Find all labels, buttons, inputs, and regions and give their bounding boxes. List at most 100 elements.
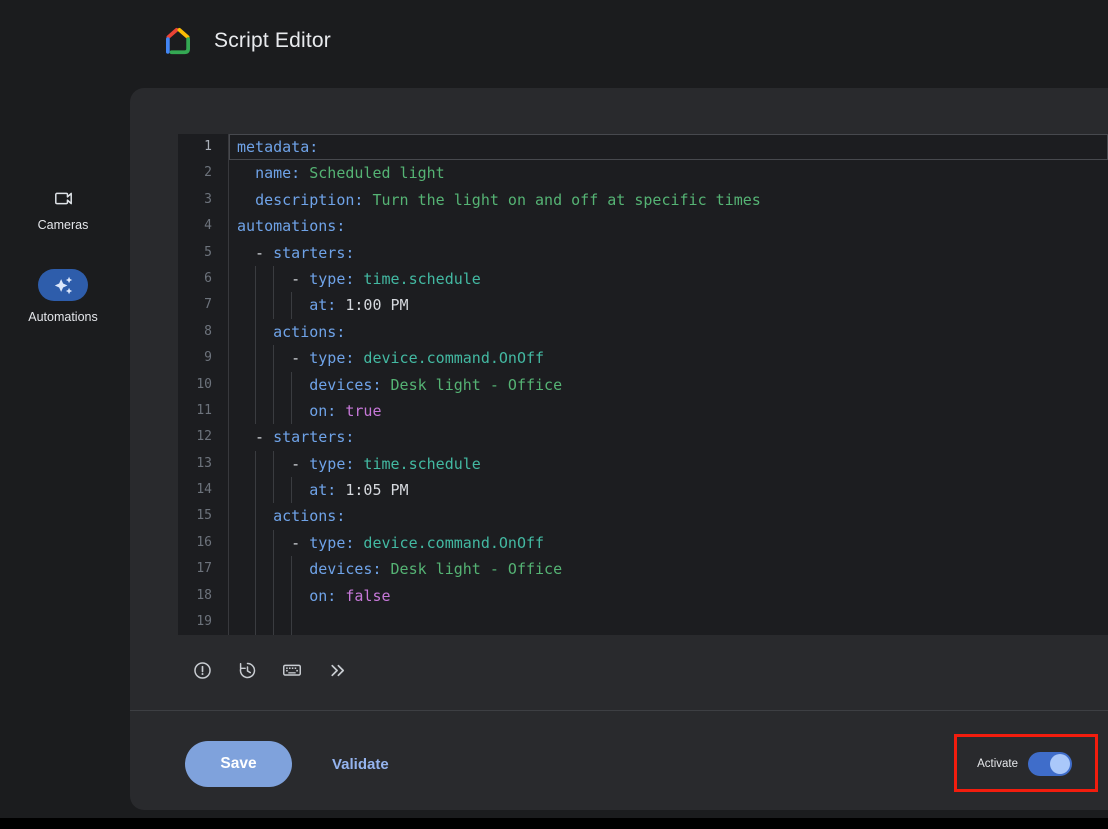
indent-guide — [255, 583, 256, 609]
code-line-14[interactable]: 14 at: 1:05 PM — [178, 477, 1108, 503]
problems-icon — [192, 660, 213, 681]
double-chevron-icon — [327, 660, 348, 681]
page-title: Script Editor — [214, 29, 331, 53]
line-number: 19 — [178, 609, 228, 635]
code-text: devices: Desk light - Office — [228, 372, 1108, 398]
line-number: 14 — [178, 477, 228, 503]
line-number: 9 — [178, 345, 228, 371]
code-line-13[interactable]: 13 - type: time.schedule — [178, 451, 1108, 477]
indent-guide — [255, 503, 256, 529]
code-line-4[interactable]: 4automations: — [178, 213, 1108, 239]
line-number: 7 — [178, 292, 228, 318]
line-number: 5 — [178, 240, 228, 266]
indent-guide — [273, 609, 274, 635]
sidebar-item-label: Automations — [28, 310, 97, 324]
indent-guide — [291, 398, 292, 424]
indent-guide — [255, 345, 256, 371]
line-number: 1 — [178, 134, 228, 160]
sidebar: Cameras Automations — [0, 88, 126, 829]
code-text: - type: time.schedule — [228, 451, 1108, 477]
indent-guide — [273, 583, 274, 609]
line-number: 18 — [178, 583, 228, 609]
code-text: devices: Desk light - Office — [228, 556, 1108, 582]
code-editor[interactable]: 1metadata:2 name: Scheduled light3 descr… — [178, 134, 1108, 635]
indent-guide — [273, 292, 274, 318]
indent-guide — [291, 583, 292, 609]
code-lines: 1metadata:2 name: Scheduled light3 descr… — [178, 134, 1108, 635]
code-line-17[interactable]: 17 devices: Desk light - Office — [178, 556, 1108, 582]
code-text — [228, 609, 1108, 635]
code-line-11[interactable]: 11 on: true — [178, 398, 1108, 424]
code-text: actions: — [228, 319, 1108, 345]
line-number: 15 — [178, 503, 228, 529]
activate-label: Activate — [977, 758, 1018, 770]
code-text: on: true — [228, 398, 1108, 424]
indent-guide — [291, 556, 292, 582]
code-text: on: false — [228, 583, 1108, 609]
line-number: 8 — [178, 319, 228, 345]
indent-guide — [291, 372, 292, 398]
problems-button[interactable] — [186, 654, 218, 686]
footer-actions: Save Validate Activate — [185, 738, 1072, 790]
code-line-1[interactable]: 1metadata: — [178, 134, 1108, 160]
editor-card: 1metadata:2 name: Scheduled light3 descr… — [130, 88, 1108, 810]
indent-guide — [255, 398, 256, 424]
activate-toggle[interactable] — [1028, 752, 1072, 776]
code-line-12[interactable]: 12 - starters: — [178, 424, 1108, 450]
indent-guide — [255, 530, 256, 556]
code-text: at: 1:00 PM — [228, 292, 1108, 318]
indent-guide — [273, 345, 274, 371]
validate-button[interactable]: Validate — [326, 755, 395, 774]
sidebar-item-automations[interactable]: Automations — [0, 269, 126, 324]
line-number: 13 — [178, 451, 228, 477]
code-line-2[interactable]: 2 name: Scheduled light — [178, 160, 1108, 186]
line-number: 16 — [178, 530, 228, 556]
line-number: 10 — [178, 372, 228, 398]
indent-guide — [255, 372, 256, 398]
code-text: - type: device.command.OnOff — [228, 345, 1108, 371]
toggle-thumb — [1050, 754, 1070, 774]
indent-guide — [273, 556, 274, 582]
indent-guide — [255, 477, 256, 503]
sidebar-item-cameras[interactable]: Cameras — [0, 187, 126, 232]
indent-guide — [273, 398, 274, 424]
script-editor-page: Script Editor Cameras Automations 1metad… — [0, 0, 1108, 829]
indent-guide — [255, 319, 256, 345]
indent-guide — [255, 451, 256, 477]
code-text: - starters: — [228, 424, 1108, 450]
code-line-10[interactable]: 10 devices: Desk light - Office — [178, 372, 1108, 398]
keyboard-icon — [281, 659, 303, 681]
code-line-8[interactable]: 8 actions: — [178, 319, 1108, 345]
code-line-15[interactable]: 15 actions: — [178, 503, 1108, 529]
code-line-3[interactable]: 3 description: Turn the light on and off… — [178, 187, 1108, 213]
indent-guide — [291, 609, 292, 635]
indent-guide — [255, 556, 256, 582]
code-text: automations: — [228, 213, 1108, 239]
code-text: description: Turn the light on and off a… — [228, 187, 1108, 213]
editor-toolbar — [186, 654, 353, 686]
save-button[interactable]: Save — [185, 741, 292, 787]
code-text: actions: — [228, 503, 1108, 529]
code-line-5[interactable]: 5 - starters: — [178, 240, 1108, 266]
code-line-18[interactable]: 18 on: false — [178, 583, 1108, 609]
line-number: 12 — [178, 424, 228, 450]
history-button[interactable] — [231, 654, 263, 686]
code-line-16[interactable]: 16 - type: device.command.OnOff — [178, 530, 1108, 556]
sidebar-item-label: Cameras — [38, 218, 89, 232]
indent-guide — [255, 609, 256, 635]
line-number: 4 — [178, 213, 228, 239]
code-text: - type: time.schedule — [228, 266, 1108, 292]
more-tools-button[interactable] — [321, 654, 353, 686]
code-text: name: Scheduled light — [228, 160, 1108, 186]
code-line-9[interactable]: 9 - type: device.command.OnOff — [178, 345, 1108, 371]
app-header: Script Editor — [0, 0, 1108, 88]
code-line-19[interactable]: 19 — [178, 609, 1108, 635]
code-text: metadata: — [228, 134, 1108, 160]
code-line-6[interactable]: 6 - type: time.schedule — [178, 266, 1108, 292]
indent-guide — [291, 292, 292, 318]
code-text: - type: device.command.OnOff — [228, 530, 1108, 556]
code-line-7[interactable]: 7 at: 1:00 PM — [178, 292, 1108, 318]
code-text: - starters: — [228, 240, 1108, 266]
keyboard-button[interactable] — [276, 654, 308, 686]
indent-guide — [255, 292, 256, 318]
